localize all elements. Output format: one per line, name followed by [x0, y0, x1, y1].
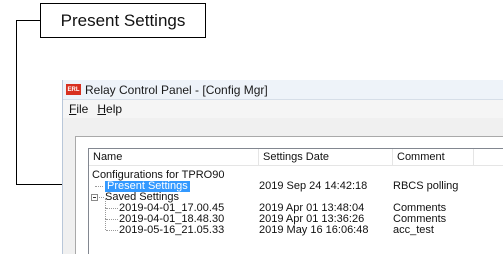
- app-logo-icon: ERL: [66, 84, 81, 95]
- title-bar: ERL Relay Control Panel - [Config Mgr]: [63, 80, 503, 100]
- tree-connector: [106, 219, 118, 220]
- column-header-comment-label: Comment: [397, 151, 445, 163]
- column-header-date[interactable]: Settings Date: [259, 149, 393, 165]
- leader-line-top: [16, 20, 40, 21]
- settings-tree-list[interactable]: Name Settings Date Comment Configuration…: [88, 148, 503, 254]
- app-icon-text: ERL: [67, 86, 80, 93]
- tree-connector: [99, 197, 104, 198]
- collapse-toggle-icon[interactable]: [91, 194, 98, 201]
- menu-help[interactable]: Help: [97, 102, 122, 116]
- saved-item-comment: acc_test: [393, 224, 434, 236]
- column-header-row: Name Settings Date Comment: [89, 149, 503, 166]
- column-header-name-label: Name: [93, 151, 123, 163]
- menu-bar: File Help: [63, 100, 503, 118]
- tree-connector: [105, 199, 106, 208]
- window-title: Relay Control Panel - [Config Mgr]: [85, 82, 268, 97]
- tree-connector: [105, 208, 106, 219]
- leader-line-vertical: [16, 20, 17, 185]
- column-header-comment[interactable]: Comment: [393, 149, 474, 165]
- menu-help-rest: elp: [106, 102, 123, 116]
- callout-box: Present Settings: [40, 3, 206, 38]
- column-header-date-label: Settings Date: [263, 151, 330, 163]
- app-window: ERL Relay Control Panel - [Config Mgr] F…: [62, 80, 503, 254]
- tree-row-saved-item[interactable]: 2019-05-16_21.05.33 2019 May 16 16:06:48…: [89, 219, 503, 236]
- saved-item-name: 2019-05-16_21.05.33: [119, 224, 225, 236]
- content-panel: Name Settings Date Comment Configuration…: [75, 136, 503, 254]
- tree-connector: [106, 208, 118, 209]
- present-settings-comment: RBCS polling: [393, 180, 459, 192]
- tree-connector: [105, 219, 106, 230]
- column-header-name[interactable]: Name: [89, 149, 259, 165]
- menu-file-rest: ile: [76, 102, 89, 116]
- saved-item-date: 2019 May 16 16:06:48: [259, 224, 369, 236]
- menu-file[interactable]: File: [69, 102, 88, 116]
- tree-connector: [95, 186, 103, 187]
- present-settings-date: 2019 Sep 24 14:42:18: [259, 180, 368, 192]
- tree-connector: [106, 230, 118, 231]
- callout-label: Present Settings: [60, 10, 186, 30]
- page: Present Settings ERL Relay Control Panel…: [0, 0, 503, 254]
- menu-help-mnemonic: H: [97, 102, 107, 116]
